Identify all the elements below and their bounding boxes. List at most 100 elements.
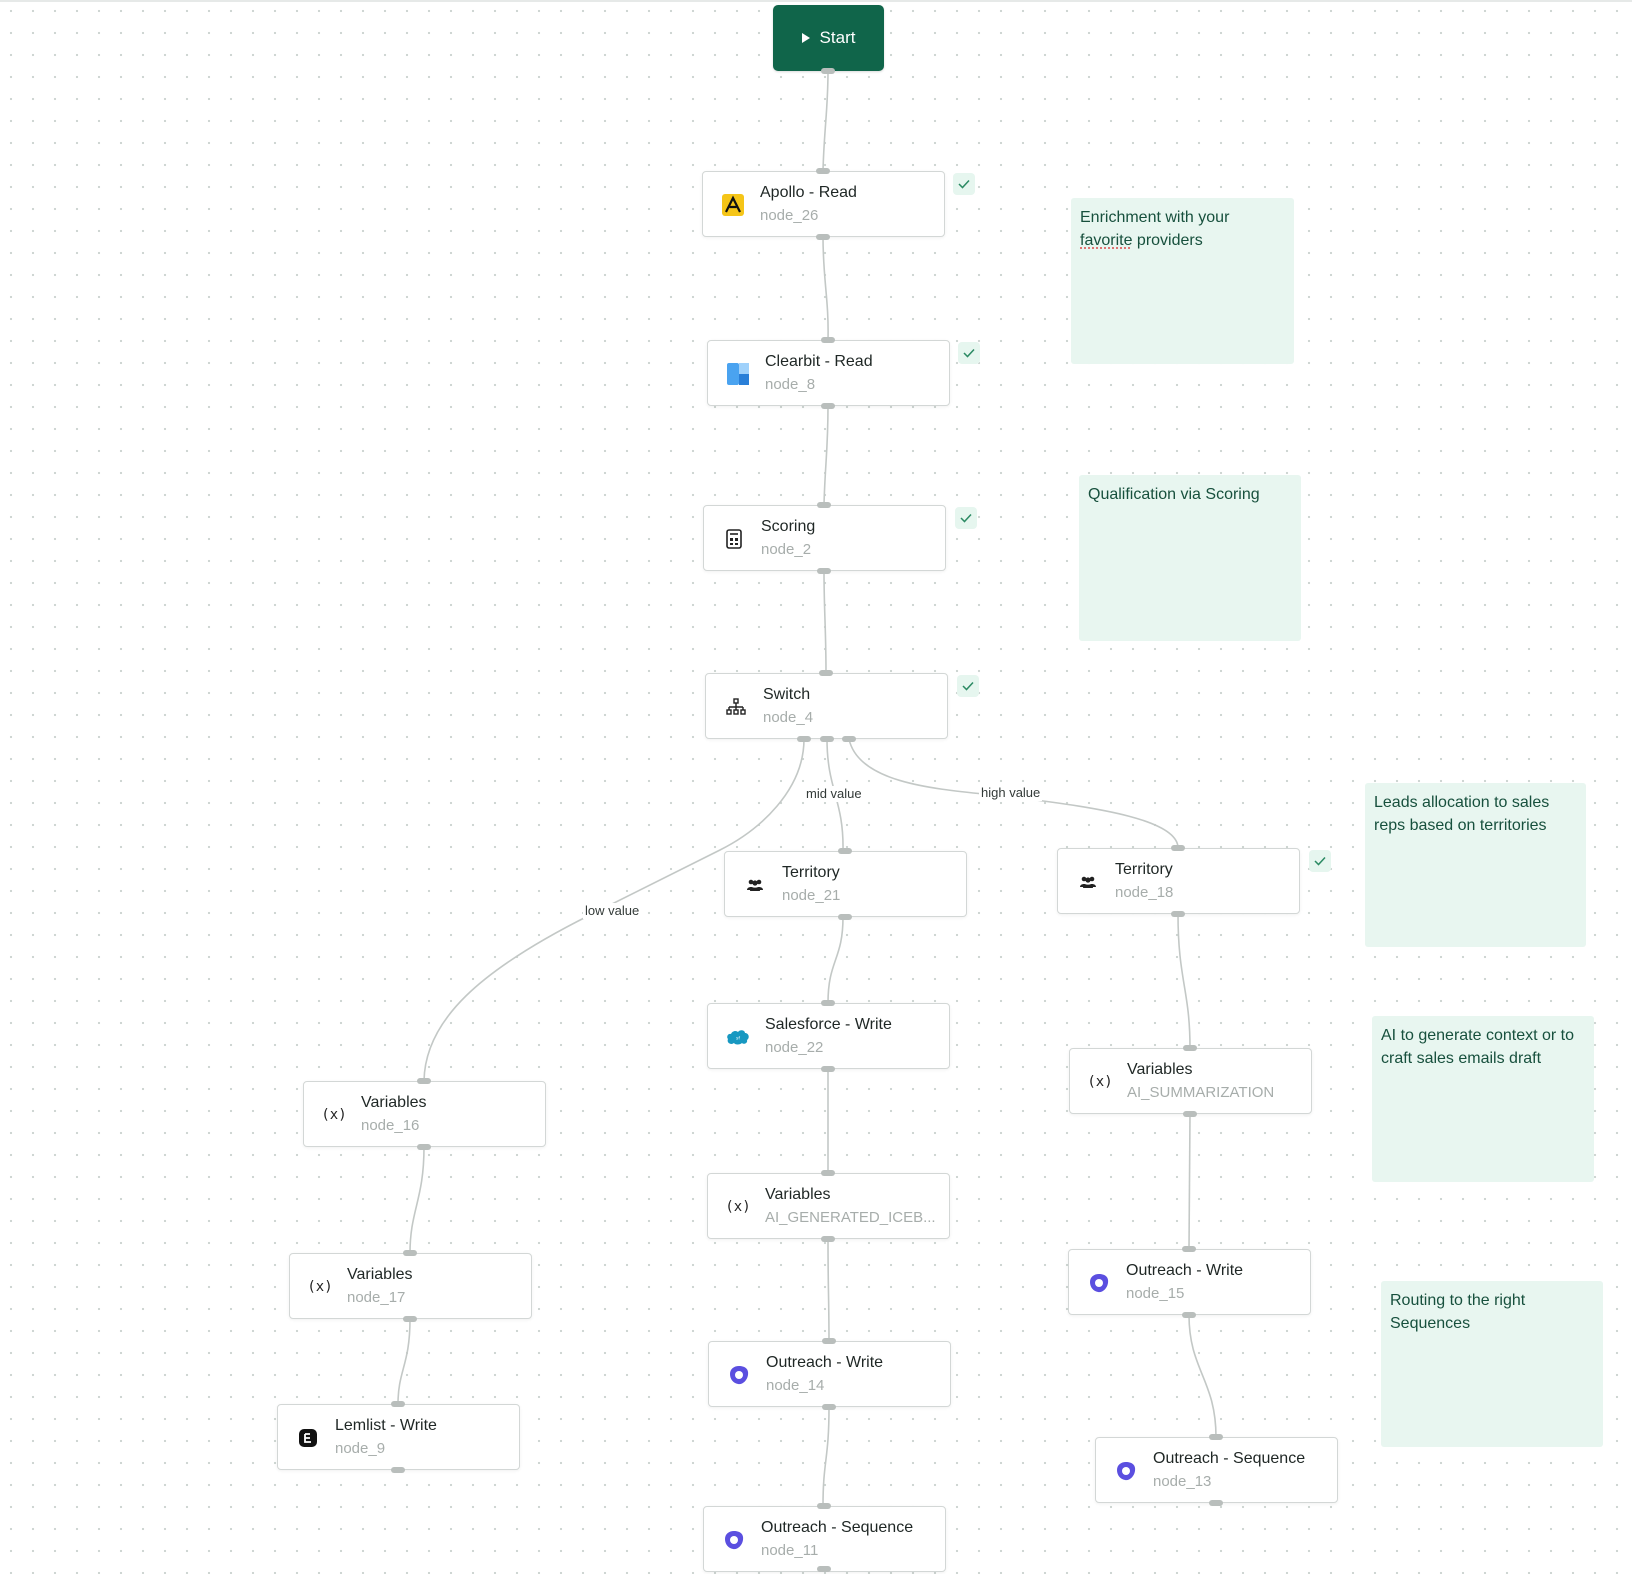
handle[interactable] (821, 1000, 835, 1006)
note-text-rest: providers (1132, 232, 1203, 249)
handle[interactable] (817, 568, 831, 574)
node-variables-17[interactable]: (x) Variables node_17 (289, 1253, 532, 1319)
handle[interactable] (821, 1236, 835, 1242)
node-salesforce-write[interactable]: sf Salesforce - Write node_22 (707, 1003, 950, 1069)
handle[interactable] (1182, 1312, 1196, 1318)
node-apollo-read[interactable]: Apollo - Read node_26 (702, 171, 945, 237)
check-icon (957, 675, 979, 697)
handle[interactable] (821, 1066, 835, 1072)
apollo-logo-icon (721, 193, 745, 217)
node-id: node_11 (761, 1542, 819, 1559)
node-variables-ai-summarization[interactable]: (x) Variables AI_SUMMARIZATION (1069, 1048, 1312, 1114)
node-id: node_18 (1115, 884, 1174, 901)
node-variables-ai-icebreaker[interactable]: (x) Variables AI_GENERATED_ICEB... (707, 1173, 950, 1239)
handle[interactable] (819, 670, 833, 676)
note-text-line1: Enrichment with your (1080, 209, 1230, 226)
node-territory-18[interactable]: Territory node_18 (1057, 848, 1300, 914)
node-id: node_9 (335, 1440, 386, 1457)
node-title: Outreach - Write (1126, 1262, 1244, 1279)
node-title: Outreach - Write (766, 1354, 884, 1371)
node-outreach-write-15[interactable]: Outreach - Write node_15 (1068, 1249, 1311, 1315)
node-title: Clearbit - Read (765, 353, 873, 370)
start-output-handle[interactable] (821, 68, 835, 74)
note-enrichment[interactable]: Enrichment with your favorite providers (1071, 198, 1294, 364)
variable-icon: (x) (321, 1107, 347, 1123)
node-outreach-sequence-11[interactable]: Outreach - Sequence node_11 (703, 1506, 946, 1572)
handle[interactable] (838, 914, 852, 920)
handle[interactable] (838, 848, 852, 854)
handle[interactable] (1171, 845, 1185, 851)
edge-varsiceb-outreach14 (827, 1238, 830, 1342)
node-title: Variables (361, 1094, 427, 1111)
handle[interactable] (1209, 1434, 1223, 1440)
switch-output-high[interactable] (842, 736, 856, 742)
handle[interactable] (822, 1338, 836, 1344)
play-icon (801, 33, 810, 43)
note-text: Leads allocation to sales reps based on … (1374, 794, 1550, 834)
node-variables-16[interactable]: (x) Variables node_16 (303, 1081, 546, 1147)
branch-icon (724, 695, 748, 719)
calculator-icon (722, 527, 746, 551)
salesforce-logo-icon: sf (726, 1025, 750, 1049)
edge-outreach15-seq13 (1188, 1314, 1217, 1438)
edge-label-mid: mid value (804, 786, 864, 802)
node-lemlist-write[interactable]: Lemlist - Write node_9 (277, 1404, 520, 1470)
node-outreach-sequence-13[interactable]: Outreach - Sequence node_13 (1095, 1437, 1338, 1503)
edge-vars17-lemlist (397, 1318, 411, 1405)
handle[interactable] (1182, 1246, 1196, 1252)
note-text-line2: favorite providers (1080, 229, 1285, 252)
outreach-logo-icon (1087, 1271, 1111, 1295)
switch-output-low[interactable] (797, 736, 811, 742)
handle[interactable] (822, 1404, 836, 1410)
node-id: node_13 (1153, 1473, 1212, 1490)
handle[interactable] (403, 1250, 417, 1256)
handle[interactable] (417, 1144, 431, 1150)
switch-output-mid[interactable] (820, 736, 834, 742)
clearbit-logo-icon (726, 362, 750, 386)
node-id: AI_GENERATED_ICEB... (765, 1209, 936, 1226)
node-title: Territory (1115, 861, 1173, 878)
handle[interactable] (1209, 1500, 1223, 1506)
node-switch[interactable]: Switch node_4 (705, 673, 948, 739)
handle[interactable] (817, 1503, 831, 1509)
node-scoring[interactable]: Scoring node_2 (703, 505, 946, 571)
note-routing[interactable]: Routing to the right Sequences (1381, 1281, 1603, 1447)
edge-territory21-salesforce (827, 916, 844, 1004)
node-id: node_4 (763, 709, 814, 726)
start-label: Start (819, 28, 856, 47)
node-title: Switch (763, 686, 811, 703)
start-node[interactable]: Start (773, 5, 884, 71)
node-id: node_14 (766, 1377, 825, 1394)
handle[interactable] (816, 168, 830, 174)
check-icon (955, 507, 977, 529)
handle[interactable] (821, 337, 835, 343)
edge-apollo-clearbit (822, 236, 829, 341)
node-territory-21[interactable]: Territory node_21 (724, 851, 967, 917)
handle[interactable] (403, 1316, 417, 1322)
handle[interactable] (821, 1170, 835, 1176)
note-qualification[interactable]: Qualification via Scoring (1079, 475, 1301, 641)
note-leads-allocation[interactable]: Leads allocation to sales reps based on … (1365, 783, 1586, 947)
handle[interactable] (391, 1401, 405, 1407)
edge-vars16-vars17 (409, 1146, 425, 1254)
handle[interactable] (417, 1078, 431, 1084)
handle[interactable] (391, 1467, 405, 1473)
node-id: node_8 (765, 376, 816, 393)
handle[interactable] (1183, 1111, 1197, 1117)
handle[interactable] (1171, 911, 1185, 917)
top-border (0, 0, 1632, 2)
handle[interactable] (821, 403, 835, 409)
handle[interactable] (816, 234, 830, 240)
node-id: node_22 (765, 1039, 824, 1056)
outreach-logo-icon (727, 1363, 751, 1387)
handle[interactable] (1183, 1045, 1197, 1051)
workflow-canvas[interactable]: mid value high value low value Start Apo… (0, 0, 1632, 1574)
outreach-logo-icon (1114, 1459, 1138, 1483)
handle[interactable] (817, 1566, 831, 1572)
node-clearbit-read[interactable]: Clearbit - Read node_8 (707, 340, 950, 406)
handle[interactable] (817, 502, 831, 508)
node-outreach-write-14[interactable]: Outreach - Write node_14 (708, 1341, 951, 1407)
edge-outreach14-seq11 (822, 1406, 830, 1507)
note-ai-context[interactable]: AI to generate context or to craft sales… (1372, 1016, 1594, 1182)
edge-label-low: low value (583, 903, 642, 919)
